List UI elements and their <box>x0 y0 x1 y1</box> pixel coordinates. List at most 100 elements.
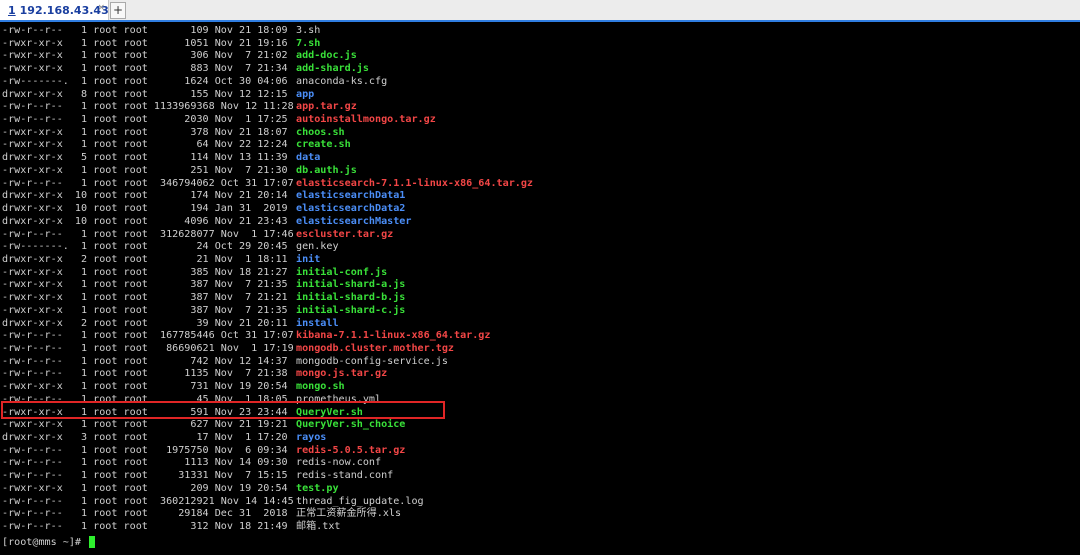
file-name: choos.sh <box>296 126 345 138</box>
file-name: elasticsearch-7.1.1-linux-x86_64.tar.gz <box>296 177 534 189</box>
file-meta: drwxr-xr-x 8 root root 155 Nov 12 12:15 <box>2 88 288 100</box>
file-name: QueryVer.sh_choice <box>296 419 406 431</box>
listing-row: -rw-r--r-- 1 root root 742 Nov 12 14:37 m… <box>2 356 1078 369</box>
listing-row: -rw-r--r-- 1 root root 1113 Nov 14 09:30… <box>2 457 1078 470</box>
listing-row: -rw-r--r-- 1 root root 29184 Dec 31 2018… <box>2 508 1078 521</box>
file-meta: -rwxr-xr-x 1 root root 387 Nov 7 21:21 <box>2 292 288 304</box>
file-name: add-shard.js <box>296 63 369 75</box>
prompt-text: [root@mms ~]# <box>2 536 88 548</box>
listing-row: drwxr-xr-x 5 root root 114 Nov 13 11:39 d… <box>2 152 1078 165</box>
listing-row: -rw-r--r-- 1 root root 1135 Nov 7 21:38 m… <box>2 368 1078 381</box>
file-name: initial-shard-a.js <box>296 279 406 291</box>
file-name: initial-shard-c.js <box>296 304 406 316</box>
file-name: elasticsearchMaster <box>296 215 412 227</box>
terminal-output[interactable]: -rw-r--r-- 1 root root 109 Nov 21 18:09 3… <box>2 25 1078 550</box>
file-name: elasticsearchData1 <box>296 190 406 202</box>
file-meta: -rw-r--r-- 1 root root 1135 Nov 7 21:38 <box>2 368 288 380</box>
listing-row: -rwxr-xr-x 1 root root 64 Nov 22 12:24 cr… <box>2 139 1078 152</box>
file-name: elasticsearchData2 <box>296 203 406 215</box>
file-meta: drwxr-xr-x 10 root root 4096 Nov 21 23:4… <box>2 215 288 227</box>
listing-row: -rw-r--r-- 1 root root 167785446 Oct 31 … <box>2 330 1078 343</box>
file-meta: -rw-r--r-- 1 root root 2030 Nov 1 17:25 <box>2 114 288 126</box>
file-name: db.auth.js <box>296 164 357 176</box>
listing-row: -rwxr-xr-x 1 root root 378 Nov 21 18:07 c… <box>2 127 1078 140</box>
file-meta: -rwxr-xr-x 1 root root 387 Nov 7 21:35 <box>2 304 288 316</box>
file-name: mongodb-config-service.js <box>296 355 448 367</box>
file-meta: -rw-r--r-- 1 root root 1113 Nov 14 09:30 <box>2 457 288 469</box>
file-name: 邮箱.txt <box>296 521 341 533</box>
file-name: 3.sh <box>296 25 321 36</box>
listing-row: drwxr-xr-x 2 root root 21 Nov 1 18:11 ini… <box>2 254 1078 267</box>
file-meta: drwxr-xr-x 3 root root 17 Nov 1 17:20 <box>2 432 288 443</box>
file-meta: -rwxr-xr-x 1 root root 627 Nov 21 19:21 <box>2 419 288 431</box>
file-name: add-doc.js <box>296 50 357 62</box>
listing-row: drwxr-xr-x 10 root root 4096 Nov 21 23:4… <box>2 216 1078 229</box>
listing-row: -rw-r--r-- 1 root root 312 Nov 18 21:49 邮… <box>2 521 1078 534</box>
file-name: gen.key <box>296 241 339 253</box>
file-name: mongo.sh <box>296 381 345 393</box>
file-meta: drwxr-xr-x 5 root root 114 Nov 13 11:39 <box>2 152 288 164</box>
listing-row: -rwxr-xr-x 1 root root 627 Nov 21 19:21 Q… <box>2 419 1078 432</box>
add-tab-button[interactable]: + <box>110 2 126 19</box>
file-name: mongo.js.tar.gz <box>296 368 388 380</box>
listing-row: -rw-r--r-- 1 root root 86690621 Nov 1 17… <box>2 343 1078 356</box>
file-name: rayos <box>296 432 327 443</box>
file-meta: -rwxr-xr-x 1 root root 64 Nov 22 12:24 <box>2 139 288 151</box>
file-name: create.sh <box>296 139 351 151</box>
session-tab[interactable]: 1 192.168.43.43 × <box>0 0 109 20</box>
file-name: app <box>296 88 315 100</box>
file-name: initial-shard-b.js <box>296 292 406 304</box>
file-meta: -rwxr-xr-x 1 root root 387 Nov 7 21:35 <box>2 279 288 291</box>
file-meta: -rw-r--r-- 1 root root 346794062 Oct 31 … <box>2 177 294 189</box>
listing-row: -rw-------. 1 root root 1624 Oct 30 04:0… <box>2 76 1078 89</box>
close-tab-icon[interactable]: × <box>97 3 105 13</box>
file-meta: -rwxr-xr-x 1 root root 731 Nov 19 20:54 <box>2 381 288 393</box>
cursor-block <box>89 535 96 548</box>
listing-row: drwxr-xr-x 8 root root 155 Nov 12 12:15 a… <box>2 89 1078 102</box>
file-name: anaconda-ks.cfg <box>296 75 388 87</box>
file-meta: -rw-r--r-- 1 root root 1975750 Nov 6 09:… <box>2 444 288 456</box>
file-meta: -rw-r--r-- 1 root root 109 Nov 21 18:09 <box>2 25 288 36</box>
file-meta: -rw-r--r-- 1 root root 742 Nov 12 14:37 <box>2 355 288 367</box>
listing-row: -rwxr-xr-x 1 root root 1051 Nov 21 19:16… <box>2 38 1078 51</box>
tab-accent-bar <box>0 20 1080 22</box>
file-name: kibana-7.1.1-linux-x86_64.tar.gz <box>296 330 491 342</box>
file-name: test.py <box>296 482 339 494</box>
file-name: escluster.tar.gz <box>296 228 394 240</box>
tab-host: 192.168.43.43 <box>19 3 109 17</box>
file-meta: -rw-r--r-- 1 root root 312628077 Nov 1 1… <box>2 228 294 240</box>
file-name: redis-5.0.5.tar.gz <box>296 444 406 456</box>
file-name: 正常工资薪金所得.xls <box>296 508 402 520</box>
file-name: autoinstallmongo.tar.gz <box>296 114 436 126</box>
file-meta: drwxr-xr-x 2 root root 21 Nov 1 18:11 <box>2 253 288 265</box>
file-name: 7.sh <box>296 37 321 49</box>
listing-row: -rwxr-xr-x 1 root root 385 Nov 18 21:27 i… <box>2 267 1078 280</box>
file-name: initial-conf.js <box>296 266 388 278</box>
file-meta: -rwxr-xr-x 1 root root 385 Nov 18 21:27 <box>2 266 288 278</box>
file-name: mongodb.cluster.mother.tgz <box>296 342 455 354</box>
file-name: redis-now.conf <box>296 457 382 469</box>
file-meta: -rwxr-xr-x 1 root root 883 Nov 7 21:34 <box>2 63 288 75</box>
file-meta: -rw-r--r-- 1 root root 29184 Dec 31 2018 <box>2 508 288 520</box>
file-meta: -rwxr-xr-x 1 root root 209 Nov 19 20:54 <box>2 482 288 494</box>
file-meta: drwxr-xr-x 10 root root 194 Jan 31 2019 <box>2 203 288 215</box>
file-meta: -rwxr-xr-x 1 root root 306 Nov 7 21:02 <box>2 50 288 62</box>
listing-row: -rwxr-xr-x 1 root root 387 Nov 7 21:21 in… <box>2 292 1078 305</box>
listing-row: -rwxr-xr-x 1 root root 387 Nov 7 21:35 in… <box>2 305 1078 318</box>
listing-row: drwxr-xr-x 2 root root 39 Nov 21 20:11 in… <box>2 318 1078 331</box>
file-meta: -rw-r--r-- 1 root root 86690621 Nov 1 17… <box>2 342 294 354</box>
tab-bar: 1 192.168.43.43 × + <box>0 0 1080 21</box>
shell-prompt[interactable]: [root@mms ~]# <box>2 535 1078 550</box>
listing-row: -rw-r--r-- 1 root root 360212921 Nov 14 … <box>2 496 1078 509</box>
file-meta: -rwxr-xr-x 1 root root 378 Nov 21 18:07 <box>2 126 288 138</box>
listing-row: -rwxr-xr-x 1 root root 883 Nov 7 21:34 ad… <box>2 63 1078 76</box>
listing-row: -rwxr-xr-x 1 root root 731 Nov 19 20:54 m… <box>2 381 1078 394</box>
listing-row: -rw-------. 1 root root 24 Oct 29 20:45 g… <box>2 241 1078 254</box>
highlight-box <box>1 401 445 419</box>
listing-row: drwxr-xr-x 3 root root 17 Nov 1 17:20 ray… <box>2 432 1078 445</box>
file-meta: -rwxr-xr-x 1 root root 1051 Nov 21 19:16 <box>2 37 288 49</box>
file-name: app.tar.gz <box>296 101 357 113</box>
file-name: redis-stand.conf <box>296 470 394 482</box>
listing-row: -rw-r--r-- 1 root root 1975750 Nov 6 09:… <box>2 445 1078 458</box>
listing-row: -rwxr-xr-x 1 root root 387 Nov 7 21:35 in… <box>2 279 1078 292</box>
